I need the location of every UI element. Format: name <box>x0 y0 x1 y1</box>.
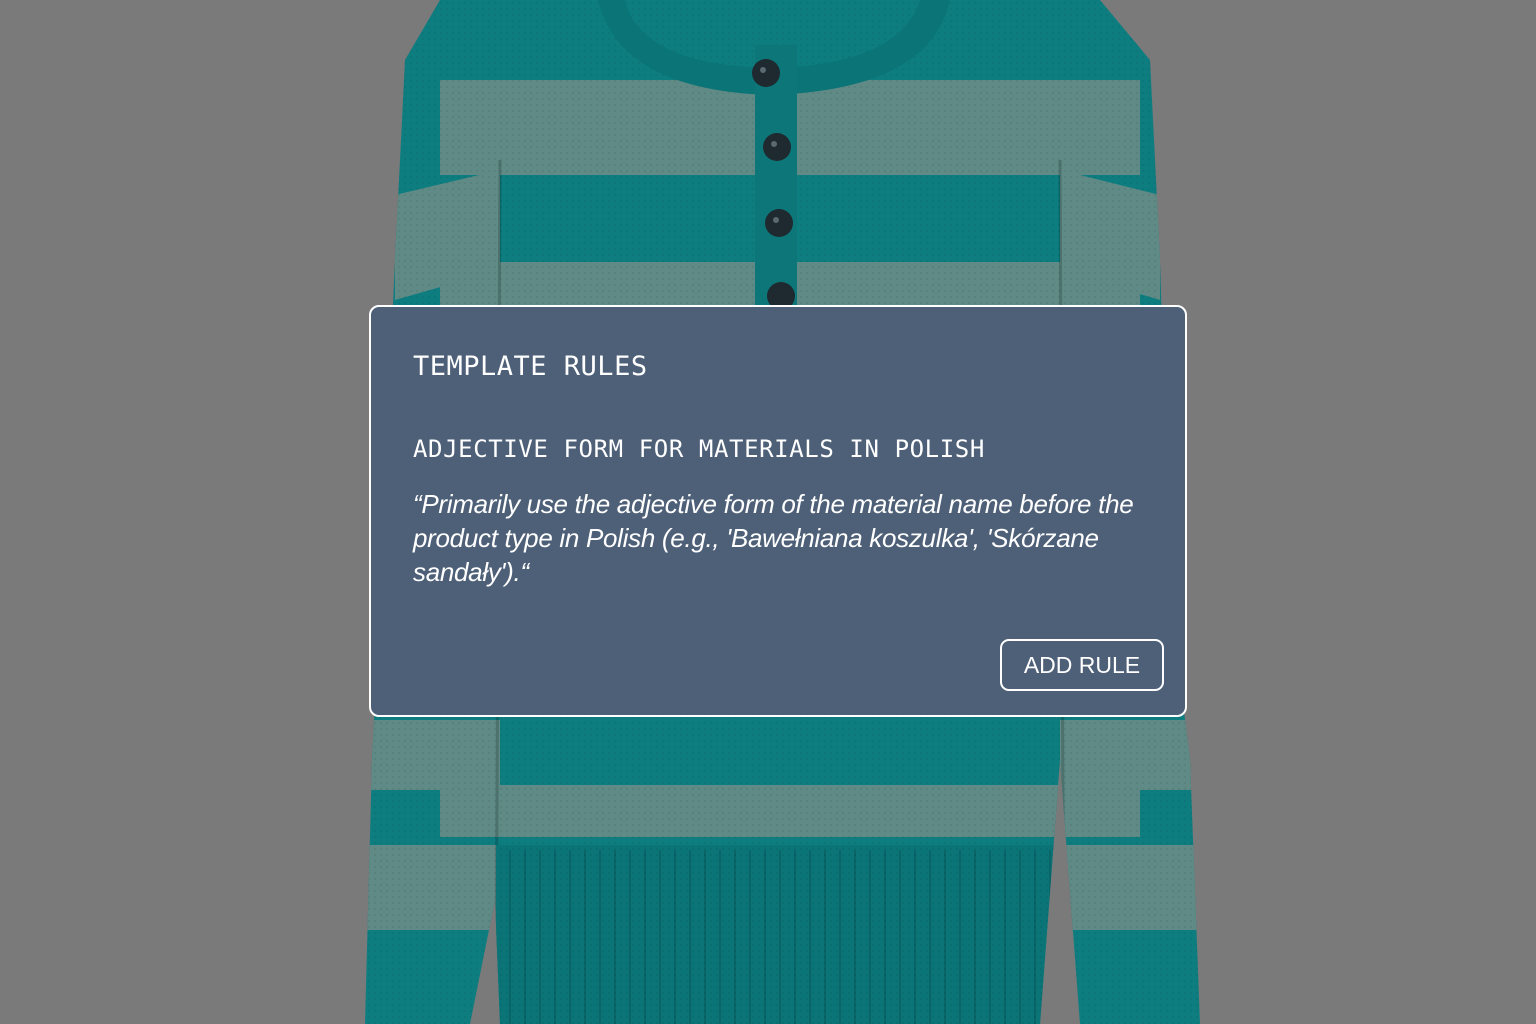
rule-description: “Primarily use the adjective form of the… <box>413 489 1134 587</box>
template-rules-dialog: TEMPLATE RULES ADJECTIVE FORM FOR MATERI… <box>369 305 1187 717</box>
add-rule-button[interactable]: ADD RULE <box>1000 639 1164 691</box>
dialog-title: TEMPLATE RULES <box>413 351 648 382</box>
screen: TEMPLATE RULES ADJECTIVE FORM FOR MATERI… <box>0 0 1536 1024</box>
rule-name: ADJECTIVE FORM FOR MATERIALS IN POLISH <box>413 435 985 463</box>
